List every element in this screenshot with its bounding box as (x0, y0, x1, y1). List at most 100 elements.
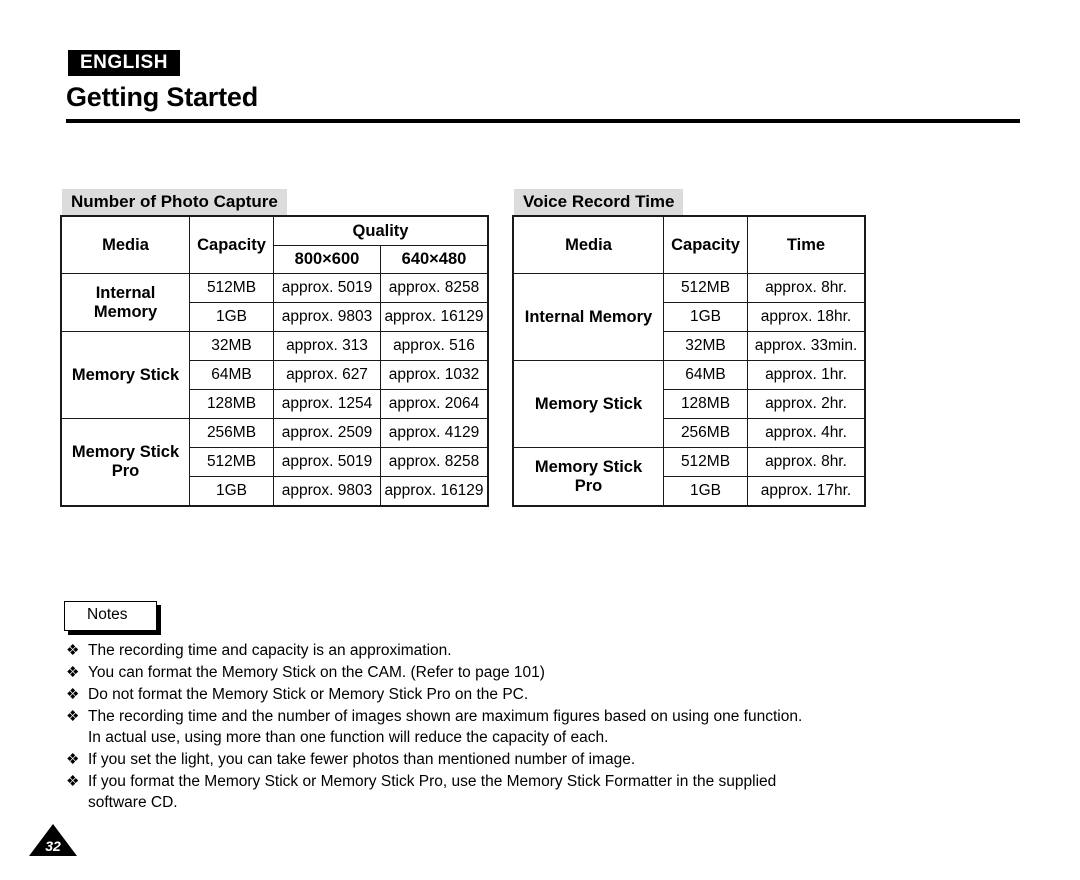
capacity-cell: 32MB (189, 331, 274, 361)
media-cell-memory-stick-pro: Memory Stick Pro (513, 447, 664, 506)
column-header-capacity: Capacity (189, 216, 274, 274)
note-text: If you set the light, you can take fewer… (88, 751, 636, 768)
media-cell-memory-stick-pro: Memory Stick Pro (61, 418, 190, 506)
table-header: Media Capacity Time (513, 216, 865, 274)
page-title: Getting Started (66, 82, 259, 112)
value-cell-800x600: approx. 1254 (273, 389, 381, 419)
note-text: Do not format the Memory Stick or Memory… (88, 686, 529, 703)
note-text: The recording time and capacity is an ap… (88, 642, 452, 659)
capacity-cell: 256MB (663, 418, 748, 448)
value-cell-800x600: approx. 5019 (273, 273, 381, 303)
capacity-cell: 1GB (189, 302, 274, 332)
list-item: ❖ If you set the light, you can take few… (62, 749, 1022, 770)
capacity-cell: 512MB (663, 447, 748, 477)
note-text-continuation: In actual use, using more than one funct… (88, 729, 609, 746)
capacity-cell: 128MB (189, 389, 274, 419)
value-cell-time: approx. 8hr. (747, 273, 865, 303)
table-header-row-1: Media Capacity Quality (61, 216, 488, 274)
capacity-cell: 64MB (189, 360, 274, 390)
capacity-cell: 128MB (663, 389, 748, 419)
column-header-quality: Quality (273, 216, 488, 246)
bullet-icon: ❖ (66, 642, 80, 659)
capacity-cell: 512MB (189, 447, 274, 477)
capacity-cell: 1GB (663, 476, 748, 506)
value-cell-800x600: approx. 9803 (273, 476, 381, 506)
table-row: Internal Memory 512MB approx. 5019 appro… (61, 273, 488, 332)
list-item: ❖ Do not format the Memory Stick or Memo… (62, 684, 1022, 705)
note-text: If you format the Memory Stick or Memory… (88, 773, 777, 790)
capacity-cell: 512MB (663, 273, 748, 303)
page-number: 32 (45, 838, 61, 854)
capacity-cell: 256MB (189, 418, 274, 448)
notes-list: ❖ The recording time and capacity is an … (62, 640, 1022, 814)
column-header-quality-800x600: 800×600 (273, 245, 381, 274)
capacity-cell: 32MB (663, 331, 748, 361)
bullet-icon: ❖ (66, 773, 80, 790)
bullet-icon: ❖ (66, 708, 80, 725)
value-cell-time: approx. 2hr. (747, 389, 865, 419)
bullet-icon: ❖ (66, 664, 80, 681)
table-row: Memory Stick Pro 256MB approx. 2509 appr… (61, 418, 488, 506)
media-cell-internal-memory: Internal Memory (61, 273, 190, 332)
value-cell-time: approx. 17hr. (747, 476, 865, 506)
column-header-time: Time (747, 216, 865, 274)
list-item: ❖ You can format the Memory Stick on the… (62, 662, 1022, 683)
capacity-cell: 512MB (189, 273, 274, 303)
note-text-block: The recording time and the number of ima… (88, 706, 1022, 748)
list-item: ❖ The recording time and capacity is an … (62, 640, 1022, 661)
table-row: Internal Memory 512MB approx. 8hr. (513, 273, 865, 361)
note-text: You can format the Memory Stick on the C… (88, 664, 545, 681)
media-label-line1: Memory Stick (71, 443, 180, 462)
media-label-line2: Memory (93, 302, 158, 321)
media-label-line2: Pro (574, 476, 603, 495)
column-header-capacity: Capacity (663, 216, 748, 274)
note-text: The recording time and the number of ima… (88, 708, 803, 725)
note-text-block: If you format the Memory Stick or Memory… (88, 771, 1022, 813)
table-row: Memory Stick 64MB approx. 1hr. (513, 360, 865, 448)
value-cell-640x480: approx. 1032 (380, 360, 488, 390)
table-row: Memory Stick Pro 512MB approx. 8hr. (513, 447, 865, 506)
value-cell-640x480: approx. 2064 (380, 389, 488, 419)
table-voice-record-time: Media Capacity Time Internal Memory 512M… (512, 215, 866, 507)
section-caption-photo-capture: Number of Photo Capture (62, 189, 287, 216)
media-label-line1: Memory Stick (534, 457, 643, 476)
capacity-cell: 1GB (663, 302, 748, 332)
table-row: Memory Stick 32MB approx. 313 approx. 51… (61, 331, 488, 419)
value-cell-time: approx. 33min. (747, 331, 865, 361)
table-body: Internal Memory 512MB approx. 8hr. 1GB a… (513, 273, 865, 506)
section-caption-voice-record-time: Voice Record Time (514, 189, 684, 216)
value-cell-800x600: approx. 313 (273, 331, 381, 361)
value-cell-800x600: approx. 627 (273, 360, 381, 390)
table-body: Internal Memory 512MB approx. 5019 appro… (61, 273, 488, 506)
value-cell-640x480: approx. 8258 (380, 447, 488, 477)
column-header-media: Media (513, 216, 664, 274)
page-number-badge: 32 (29, 824, 77, 856)
title-divider (66, 119, 1020, 123)
media-cell-memory-stick: Memory Stick (513, 360, 664, 448)
capacity-cell: 64MB (663, 360, 748, 390)
bullet-icon: ❖ (66, 686, 80, 703)
media-label-line1: Internal (95, 283, 156, 302)
media-cell-memory-stick: Memory Stick (61, 331, 190, 419)
table-header: Media Capacity Quality 800×600 640×480 (61, 216, 488, 274)
value-cell-time: approx. 1hr. (747, 360, 865, 390)
column-header-media: Media (61, 216, 190, 274)
value-cell-640x480: approx. 16129 (380, 476, 488, 506)
value-cell-640x480: approx. 16129 (380, 302, 488, 332)
column-header-quality-640x480: 640×480 (380, 245, 488, 274)
value-cell-640x480: approx. 4129 (380, 418, 488, 448)
value-cell-time: approx. 4hr. (747, 418, 865, 448)
table-number-of-photo-capture: Media Capacity Quality 800×600 640×480 I… (60, 215, 489, 507)
list-item: ❖ If you format the Memory Stick or Memo… (62, 771, 1022, 813)
notes-box-wrapper: Notes (64, 601, 157, 631)
value-cell-800x600: approx. 2509 (273, 418, 381, 448)
value-cell-800x600: approx. 9803 (273, 302, 381, 332)
value-cell-time: approx. 18hr. (747, 302, 865, 332)
value-cell-800x600: approx. 5019 (273, 447, 381, 477)
list-item: ❖ The recording time and the number of i… (62, 706, 1022, 748)
capacity-cell: 1GB (189, 476, 274, 506)
media-label-line2: Pro (111, 462, 140, 480)
value-cell-640x480: approx. 516 (380, 331, 488, 361)
table-header-row: Media Capacity Time (513, 216, 865, 274)
value-cell-640x480: approx. 8258 (380, 273, 488, 303)
